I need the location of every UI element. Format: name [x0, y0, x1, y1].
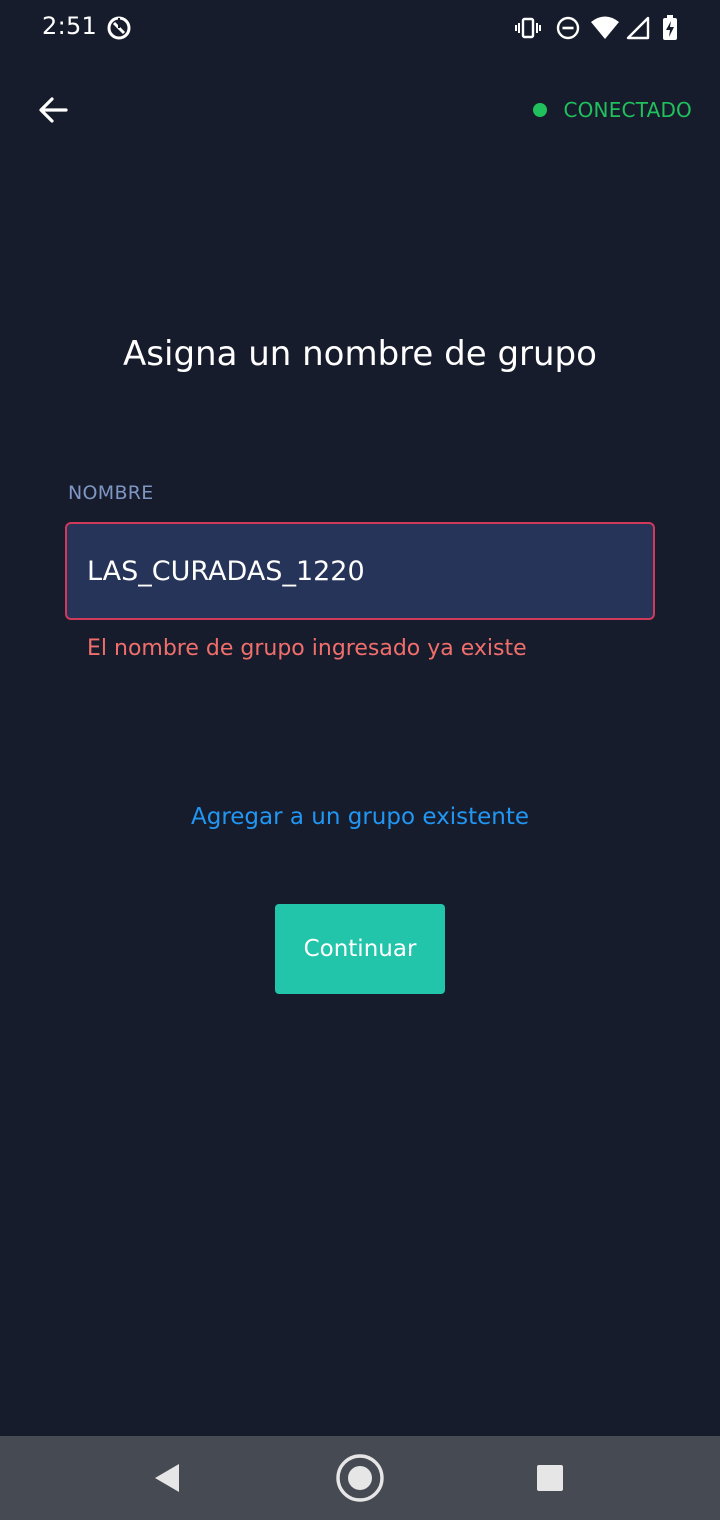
continue-button[interactable]: Continuar — [275, 904, 445, 994]
name-field-label: NOMBRE — [68, 482, 154, 504]
page-title: Asigna un nombre de grupo — [123, 334, 597, 374]
nav-home-icon — [336, 1454, 384, 1502]
name-error-message: El nombre de grupo ingresado ya existe — [87, 636, 527, 661]
do-not-disturb-icon — [554, 14, 582, 42]
status-bar: 2:51 — [0, 0, 720, 56]
nav-recents-button[interactable] — [524, 1452, 576, 1504]
back-button[interactable] — [30, 88, 76, 134]
add-to-existing-group-link[interactable]: Agregar a un grupo existente — [0, 804, 720, 830]
nav-back-button[interactable] — [141, 1452, 193, 1504]
nav-back-icon — [155, 1464, 179, 1492]
screen: 2:51 CONECTADO Asigna un nombre de grupo… — [0, 0, 720, 1520]
status-time: 2:51 — [42, 12, 98, 40]
data-saver-icon — [105, 14, 133, 42]
arrow-left-icon — [39, 97, 68, 123]
connection-status: CONECTADO — [533, 96, 692, 124]
wifi-icon — [590, 14, 620, 42]
cellular-signal-icon — [624, 14, 652, 42]
vibrate-icon — [514, 14, 542, 42]
nav-recents-icon — [537, 1465, 563, 1491]
nav-home-button[interactable] — [334, 1452, 386, 1504]
group-name-input[interactable] — [65, 522, 655, 620]
connection-status-label: CONECTADO — [563, 98, 692, 122]
connection-status-dot — [533, 103, 548, 117]
battery-charging-icon — [660, 14, 680, 42]
navigation-bar — [0, 1436, 720, 1520]
